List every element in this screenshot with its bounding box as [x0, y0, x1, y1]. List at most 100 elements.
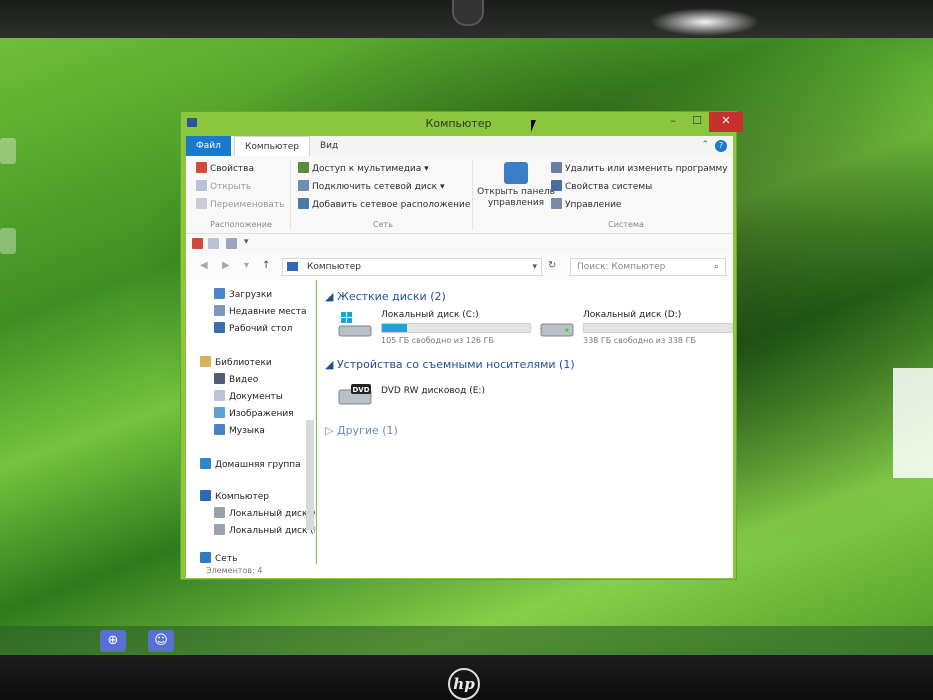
nav-scrollbar[interactable] [306, 420, 314, 530]
content-pane: ◢ Жесткие диски (2) Локальный диск (C:) … [317, 280, 733, 564]
navigation-pane: Загрузки Недавние места Рабочий стол Биб… [186, 280, 316, 564]
webcam [452, 0, 484, 26]
status-bar: Элементов: 4 [186, 564, 733, 578]
search-icon[interactable] [226, 238, 237, 249]
tab-view[interactable]: Вид [310, 136, 348, 156]
rename-icon [196, 198, 207, 209]
new-folder-icon[interactable] [208, 238, 219, 249]
nav-item-homegroup[interactable]: Домашняя группа [200, 458, 301, 470]
group-label-location: Расположение [210, 220, 272, 229]
nav-item-desktop[interactable]: Рабочий стол [214, 322, 292, 334]
group-header-removable[interactable]: ◢ Устройства со съемными носителями (1) [325, 358, 575, 371]
tab-file[interactable]: Файл [186, 136, 231, 156]
desktop-icon [214, 322, 225, 333]
dvd-drive-e[interactable]: DVD DVD RW дисковод (E:) [337, 378, 537, 412]
uninstall-program-button[interactable]: Удалить или изменить программу [551, 162, 728, 174]
chevron-down-icon[interactable]: ▾ [244, 237, 249, 247]
tab-computer[interactable]: Компьютер [234, 136, 310, 156]
open-control-panel-button[interactable]: Открыть панель управления [476, 162, 556, 209]
forward-arrow-icon[interactable]: ▶ [222, 260, 230, 271]
taskbar-app-icon[interactable]: ⊕ [100, 630, 126, 652]
chevron-down-icon[interactable]: ▾ [244, 260, 249, 271]
homegroup-icon [200, 458, 211, 469]
up-arrow-icon[interactable]: ↑ [262, 260, 270, 271]
drive-icon [539, 312, 575, 338]
network-icon [200, 552, 211, 563]
group-divider [472, 160, 473, 230]
nav-item-recent-places[interactable]: Недавние места [214, 305, 307, 317]
map-network-drive-button[interactable]: Подключить сетевой диск ▾ [298, 180, 444, 192]
drive-d-name: Локальный диск (D:) [583, 310, 682, 320]
back-arrow-icon[interactable]: ◀ [200, 260, 208, 271]
group-header-hard-drives[interactable]: ◢ Жесткие диски (2) [325, 290, 446, 303]
monitor-bezel-top [0, 0, 933, 38]
refresh-icon[interactable]: ↻ [548, 260, 556, 271]
media-access-button[interactable]: Доступ к мультимедиа ▾ [298, 162, 429, 174]
nav-item-local-disk-c[interactable]: Локальный диск (C:) [214, 507, 315, 519]
manage-button[interactable]: Управление [551, 198, 621, 210]
light-reflection [893, 368, 933, 478]
help-icon[interactable]: ? [715, 140, 727, 152]
windows-drive-icon [337, 312, 373, 338]
search-placeholder: Поиск: Компьютер [577, 262, 666, 272]
title-bar[interactable]: Компьютер – ☐ ✕ [181, 112, 743, 136]
minimize-button[interactable]: – [661, 112, 685, 132]
drive-d-free-space: 338 ГБ свободно из 338 ГБ [583, 336, 696, 345]
manage-icon [551, 198, 562, 209]
drive-d[interactable]: Локальный диск (D:) 338 ГБ свободно из 3… [539, 310, 739, 350]
properties-icon [196, 162, 207, 173]
nav-item-documents[interactable]: Документы [214, 390, 283, 402]
nav-item-pictures[interactable]: Изображения [214, 407, 294, 419]
group-label-network: Сеть [373, 220, 393, 229]
documents-icon [214, 390, 225, 401]
nav-item-network[interactable]: Сеть [200, 552, 237, 564]
chevron-down-icon[interactable]: ▾ [532, 259, 537, 275]
desktop-icon[interactable] [0, 138, 16, 164]
nav-item-videos[interactable]: Видео [214, 373, 258, 385]
items-count: Элементов: 4 [206, 566, 263, 575]
drive-icon [214, 524, 225, 535]
hp-logo: hp [448, 668, 480, 700]
chevron-up-icon[interactable]: ⌃ [701, 140, 709, 150]
system-properties-button[interactable]: Свойства системы [551, 180, 652, 192]
nav-item-music[interactable]: Музыка [214, 424, 265, 436]
group-divider [290, 160, 291, 230]
drive-c[interactable]: Локальный диск (C:) 105 ГБ свободно из 1… [337, 310, 537, 350]
dvd-badge: DVD [352, 386, 369, 394]
window-title: Компьютер [425, 117, 492, 130]
drive-c-usage-fill [382, 324, 408, 332]
add-network-location-button[interactable]: Добавить сетевое расположение [298, 198, 470, 210]
taskbar-app-icon[interactable]: ☺ [148, 630, 174, 652]
group-header-other[interactable]: ▷ Другие (1) [325, 424, 398, 437]
desktop-icon-chrome[interactable] [0, 228, 16, 254]
nav-item-local-disk-d[interactable]: Локальный диск (D:) [214, 524, 315, 536]
dvd-drive-name: DVD RW дисковод (E:) [381, 386, 485, 396]
recent-places-icon [214, 305, 225, 316]
properties-icon[interactable] [192, 238, 203, 249]
taskbar: ⊕ ☺ [0, 626, 933, 655]
media-icon [298, 162, 309, 173]
group-label-system: Система [608, 220, 644, 229]
properties-button[interactable]: Свойства [196, 162, 254, 174]
address-bar[interactable]: Компьютер ▾ [282, 258, 542, 276]
network-drive-icon [298, 180, 309, 191]
maximize-button[interactable]: ☐ [685, 112, 709, 132]
music-icon [214, 424, 225, 435]
nav-item-downloads[interactable]: Загрузки [214, 288, 272, 300]
address-row: ◀ ▶ ▾ ↑ Компьютер ▾ ↻ Поиск: Компьютер ⌕ [186, 254, 733, 280]
ribbon: Свойства Открыть Переименовать Расположе… [186, 156, 733, 234]
search-input[interactable]: Поиск: Компьютер ⌕ [570, 258, 726, 276]
pictures-icon [214, 407, 225, 418]
libraries-icon [200, 356, 211, 367]
drive-d-usage-bar [583, 323, 733, 333]
programs-icon [551, 162, 562, 173]
close-button[interactable]: ✕ [709, 112, 743, 132]
rename-button[interactable]: Переименовать [196, 198, 288, 210]
mouse-cursor [531, 120, 536, 132]
computer-icon [200, 490, 211, 501]
quick-access-toolbar: ▾ [186, 234, 733, 254]
nav-item-computer[interactable]: Компьютер [200, 490, 269, 502]
system-icon [551, 180, 562, 191]
open-button[interactable]: Открыть [196, 180, 251, 192]
nav-item-libraries[interactable]: Библиотеки [200, 356, 272, 368]
